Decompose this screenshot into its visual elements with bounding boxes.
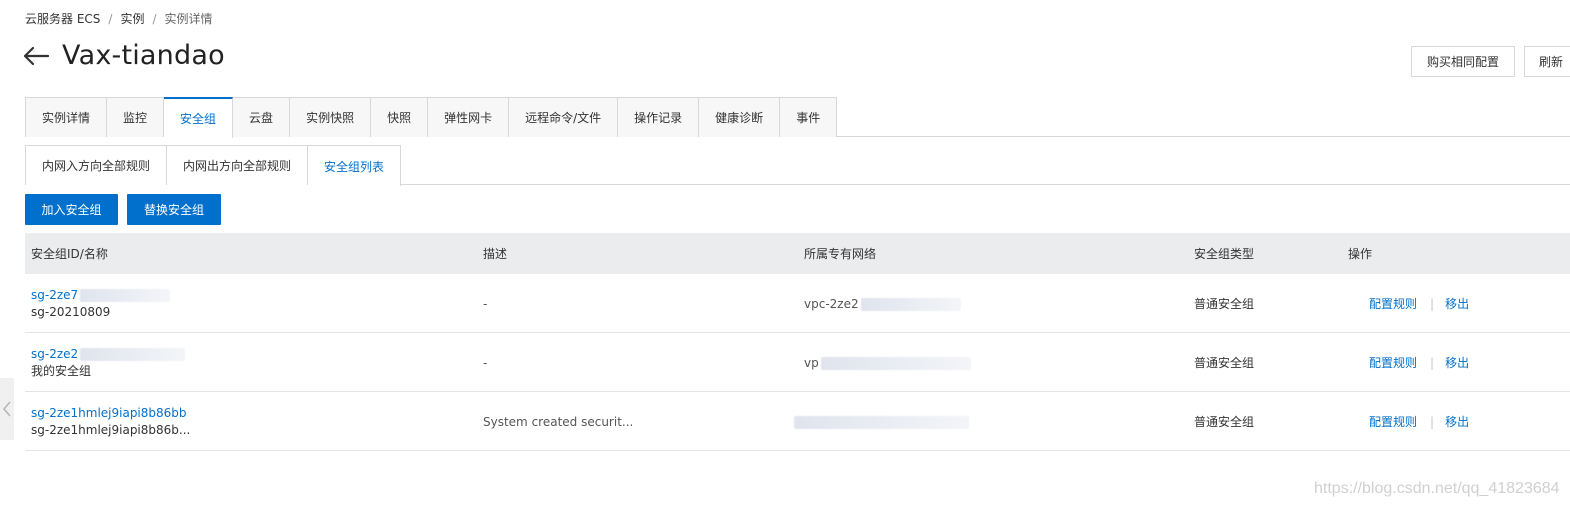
chevron-left-icon <box>3 401 11 417</box>
tab-security-groups[interactable]: 安全组 <box>164 97 234 138</box>
security-group-id-link[interactable]: sg-2ze2 <box>31 347 78 361</box>
configure-rules-link[interactable]: 配置规则 <box>1369 354 1417 371</box>
tab-eni[interactable]: 弹性网卡 <box>428 97 510 137</box>
column-header-description: 描述 <box>483 247 508 261</box>
table-row: sg-2ze1hmlej9iapi8b86bb sg-2ze1hmlej9iap… <box>25 392 1570 451</box>
id-name-cell: sg-2ze1hmlej9iapi8b86bb sg-2ze1hmlej9iap… <box>31 392 190 451</box>
breadcrumb-instances[interactable]: 实例 <box>120 10 144 27</box>
redacted-text <box>80 347 186 361</box>
configure-rules-link[interactable]: 配置规则 <box>1369 413 1417 430</box>
type-cell: 普通安全组 <box>1194 333 1254 392</box>
security-group-id-link[interactable]: sg-2ze7 <box>31 288 78 302</box>
description-cell: - <box>483 333 487 392</box>
breadcrumb-current: 实例详情 <box>164 12 213 26</box>
table-header: 安全组ID/名称 描述 所属专有网络 安全组类型 操作 <box>25 233 1570 274</box>
op-separator: | <box>1430 296 1435 311</box>
sub-tabs: 内网入方向全部规则 内网出方向全部规则 安全组列表 <box>25 145 1570 186</box>
op-separator: | <box>1430 414 1435 429</box>
redacted-text <box>860 297 961 311</box>
back-arrow-icon[interactable] <box>22 42 50 70</box>
join-security-group-button[interactable]: 加入安全组 <box>25 194 118 225</box>
tab-security-group-list[interactable]: 安全组列表 <box>308 145 402 186</box>
vpc-cell: vp <box>804 333 971 392</box>
security-group-type: 普通安全组 <box>1194 415 1255 429</box>
breadcrumb: 云服务器 ECS / 实例 / 实例详情 <box>25 10 213 27</box>
operations-cell: 配置规则 | 移出 <box>1369 333 1469 392</box>
op-separator: | <box>1430 355 1435 370</box>
security-group-name: sg-20210809 <box>31 304 111 319</box>
vpc-cell <box>794 392 969 451</box>
redacted-text <box>80 288 171 302</box>
remove-link[interactable]: 移出 <box>1445 413 1469 430</box>
tab-events[interactable]: 事件 <box>780 97 838 137</box>
tab-outbound-rules[interactable]: 内网出方向全部规则 <box>167 145 309 185</box>
redacted-text <box>794 415 969 429</box>
breadcrumb-separator: / <box>152 11 157 26</box>
security-group-id-link[interactable]: sg-2ze1hmlej9iapi8b86bb <box>31 405 190 422</box>
breadcrumb-separator: / <box>108 11 113 26</box>
security-group-table: 安全组ID/名称 描述 所属专有网络 安全组类型 操作 sg-2ze7 sg-2… <box>25 233 1570 451</box>
column-header-type: 安全组类型 <box>1194 247 1255 261</box>
security-group-type: 普通安全组 <box>1194 297 1255 311</box>
id-name-cell: sg-2ze7 sg-20210809 <box>31 274 171 333</box>
tab-health-diagnosis[interactable]: 健康诊断 <box>699 97 781 137</box>
refresh-button[interactable]: 刷新 <box>1524 46 1570 77</box>
column-header-operations: 操作 <box>1348 247 1373 261</box>
remove-link[interactable]: 移出 <box>1445 295 1469 312</box>
tab-snapshots[interactable]: 快照 <box>371 97 429 137</box>
id-name-cell: sg-2ze2 我的安全组 <box>31 333 186 392</box>
security-group-name: 我的安全组 <box>31 363 92 378</box>
security-group-type: 普通安全组 <box>1194 356 1255 370</box>
description-text: System created securit... <box>483 414 634 429</box>
page-title: Vax-tiandao <box>62 40 225 71</box>
operations-cell: 配置规则 | 移出 <box>1369 274 1469 333</box>
description-cell: - <box>483 274 487 333</box>
description-text: - <box>483 296 488 311</box>
remove-link[interactable]: 移出 <box>1445 354 1469 371</box>
operations-cell: 配置规则 | 移出 <box>1369 392 1469 451</box>
title-row: Vax-tiandao <box>22 40 225 71</box>
column-header-vpc: 所属专有网络 <box>804 247 877 261</box>
security-group-name: sg-2ze1hmlej9iapi8b86b... <box>31 422 191 437</box>
type-cell: 普通安全组 <box>1194 274 1254 333</box>
replace-security-group-button[interactable]: 替换安全组 <box>127 194 221 225</box>
buy-same-config-button[interactable]: 购买相同配置 <box>1411 46 1515 77</box>
vpc-id: vpc-2ze2 <box>804 296 859 311</box>
description-cell: System created securit... <box>483 392 633 451</box>
description-text: - <box>483 355 488 370</box>
tab-operation-logs[interactable]: 操作记录 <box>618 97 700 137</box>
main-tabs: 实例详情 监控 安全组 云盘 实例快照 快照 弹性网卡 远程命令/文件 操作记录… <box>25 97 1570 138</box>
tab-instance-snapshots[interactable]: 实例快照 <box>290 97 372 137</box>
tab-inbound-rules[interactable]: 内网入方向全部规则 <box>25 145 168 185</box>
tab-remote-commands[interactable]: 远程命令/文件 <box>509 97 619 137</box>
column-header-id-name: 安全组ID/名称 <box>31 247 108 261</box>
type-cell: 普通安全组 <box>1194 392 1254 451</box>
tab-disks[interactable]: 云盘 <box>233 97 291 137</box>
sidebar-collapse-handle[interactable] <box>0 378 14 440</box>
tab-monitoring[interactable]: 监控 <box>107 97 165 137</box>
vpc-cell: vpc-2ze2 <box>804 274 961 333</box>
table-row: sg-2ze2 我的安全组 - vp 普通安全组 配置规则 | 移出 <box>25 333 1570 392</box>
tab-instance-details[interactable]: 实例详情 <box>25 97 108 137</box>
vpc-id: vp <box>804 355 819 370</box>
configure-rules-link[interactable]: 配置规则 <box>1369 295 1417 312</box>
watermark: https://blog.csdn.net/qq_41823684 <box>1314 480 1560 497</box>
redacted-text <box>820 356 971 370</box>
table-row: sg-2ze7 sg-20210809 - vpc-2ze2 普通安全组 配置规… <box>25 274 1570 333</box>
breadcrumb-ecs[interactable]: 云服务器 ECS <box>25 10 100 27</box>
